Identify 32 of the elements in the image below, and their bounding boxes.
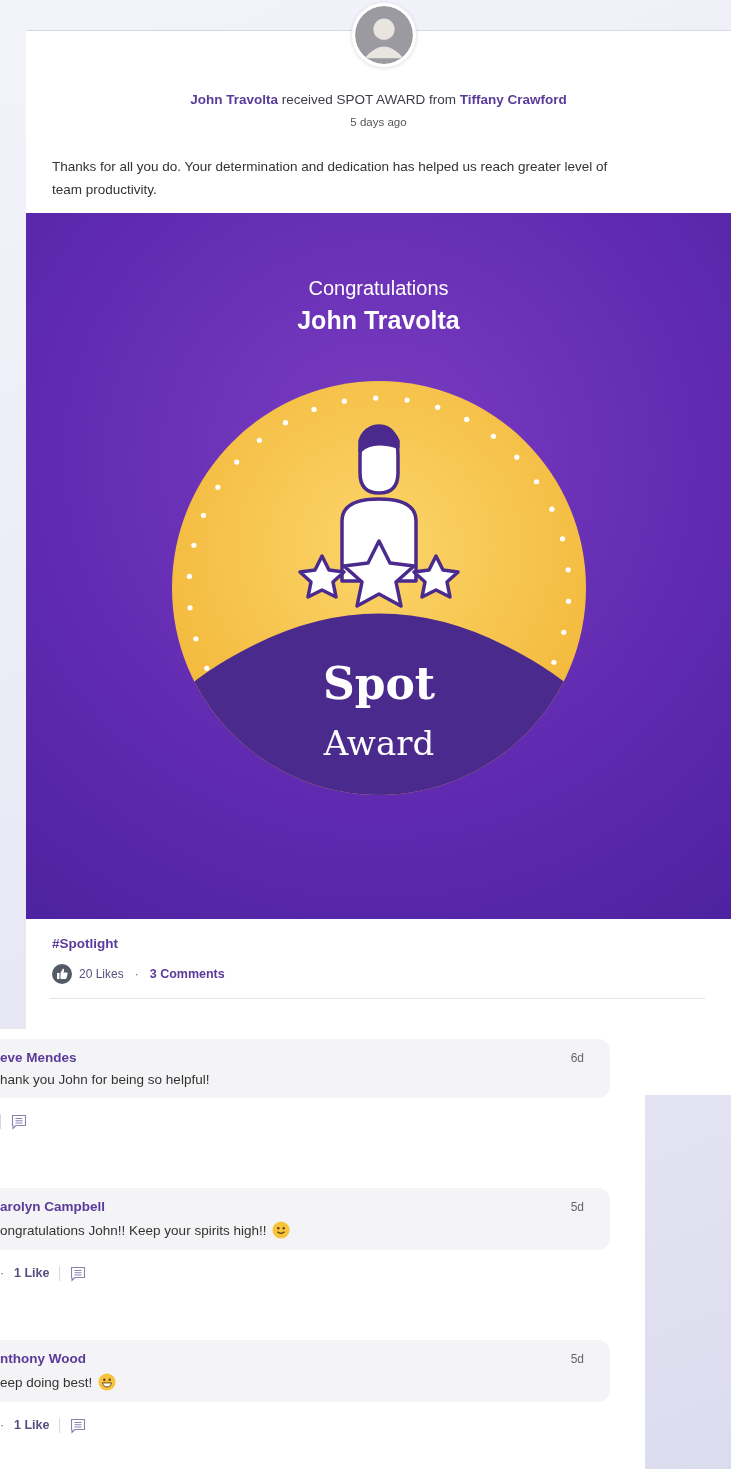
separator-dot: · bbox=[0, 1418, 4, 1432]
comment-icon[interactable] bbox=[70, 1266, 87, 1282]
grin-icon bbox=[98, 1373, 117, 1391]
like-count[interactable]: 1 Like bbox=[14, 1266, 50, 1280]
commenter-name[interactable]: nthony Wood bbox=[0, 1351, 86, 1366]
badge-title: Spot bbox=[322, 658, 435, 709]
smiley-icon bbox=[272, 1221, 291, 1239]
hashtag-link[interactable]: #Spotlight bbox=[52, 936, 118, 951]
recipient-name: John Travolta bbox=[297, 306, 460, 335]
comment-text: hank you John for being so helpful! bbox=[0, 1072, 210, 1087]
comment-icon[interactable] bbox=[11, 1114, 27, 1130]
badge-subtitle: Award bbox=[323, 723, 434, 763]
thumbs-up-icon bbox=[52, 964, 72, 984]
like-count[interactable]: 1 Like bbox=[14, 1418, 50, 1432]
giver-link[interactable]: Tiffany Crawford bbox=[459, 92, 567, 107]
commenter-name[interactable]: arolyn Campbell bbox=[0, 1199, 106, 1214]
comment-time: 5d bbox=[570, 1200, 584, 1214]
post-headline: John Travolta received SPOT AWARD from Tiffany Crawford bbox=[189, 92, 568, 107]
comments-count[interactable]: 3 Comments bbox=[149, 967, 225, 981]
comment-time: 5d bbox=[570, 1352, 584, 1366]
comment-time: 6d bbox=[570, 1051, 584, 1065]
post-time: 5 days ago bbox=[349, 116, 408, 128]
commenter-name[interactable]: eve Mendes bbox=[0, 1050, 77, 1065]
separator-dot: · bbox=[0, 1266, 4, 1280]
post-message: Thanks for all you do. Your determination and dedication has helped us reach greater level of team productivity. bbox=[52, 158, 609, 199]
comment-icon[interactable] bbox=[70, 1418, 87, 1434]
greeting-text: Congratulations bbox=[308, 277, 449, 300]
likes-count[interactable]: 20 Likes bbox=[79, 967, 124, 981]
author-link[interactable]: John Travolta bbox=[190, 92, 278, 107]
separator-dot: · bbox=[134, 967, 139, 981]
comment-text: eep doing best! bbox=[0, 1374, 93, 1390]
comment-text: ongratulations John!! Keep your spirits high!! bbox=[0, 1222, 267, 1238]
